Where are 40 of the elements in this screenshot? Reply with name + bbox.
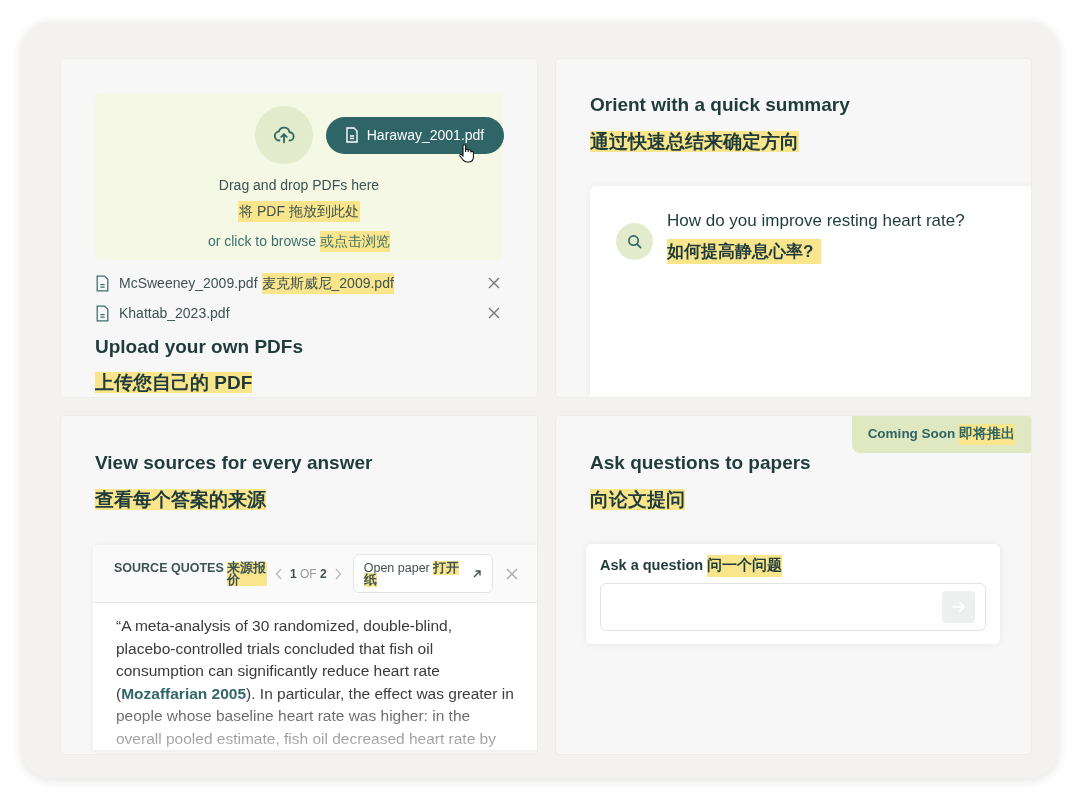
panel-title-translation: 向论文提问	[590, 488, 685, 510]
panel-title-translation: 查看每个答案的来源	[95, 488, 266, 510]
panel-title-translation: 上传您自己的 PDF	[95, 371, 253, 393]
file-name: Khattab_2023.pdf	[119, 303, 230, 323]
question-input[interactable]	[600, 582, 986, 631]
document-icon	[95, 304, 110, 322]
drop-instruction: Drag and drop PDFs here	[218, 176, 380, 195]
close-icon[interactable]	[505, 567, 518, 580]
question-text: How do you improve resting heart rate?	[667, 210, 965, 232]
quote-text: “A meta-analysis of 30 randomized, double-blind, placebo-controlled trials concluded that fish oil consumption can significantly reduce heart rate (Mozaffarian 2005). In particular, the effect was greater in people whose baseline heart rate was higher: in the overall pooled estimate, fish oil decreased heart rate by	[115, 616, 515, 749]
browse-link[interactable]: or click to browse	[207, 231, 317, 252]
coming-soon-badge: Coming Soon 即将推出	[852, 416, 1031, 453]
close-icon[interactable]	[488, 277, 500, 289]
file-chip[interactable]: Haraway_2001.pdf	[325, 116, 504, 154]
search-icon	[616, 223, 653, 260]
hand-cursor-icon	[458, 143, 476, 163]
panel-title: Ask questions to papers	[590, 451, 812, 475]
open-paper-button[interactable]: Open paper 打开纸	[352, 554, 493, 593]
source-quotes-label: SOURCE QUOTES	[114, 560, 224, 575]
file-name: McSweeney_2009.pdf	[119, 273, 258, 293]
field-label-translation: 问一个问题	[707, 555, 783, 577]
chevron-right-icon[interactable]	[333, 567, 342, 580]
drop-instruction-translation: 将 PDF 拖放到此处	[238, 201, 360, 222]
panel-title-translation: 通过快速总结来确定方向	[590, 130, 799, 152]
external-link-icon	[471, 568, 482, 579]
source-quotes-label-translation: 来源报价	[227, 561, 268, 586]
chevron-left-icon[interactable]	[275, 567, 283, 580]
close-icon[interactable]	[488, 307, 500, 319]
page-indicator: 1 OF 2	[290, 565, 327, 583]
panel-title: Upload your own PDFs	[95, 335, 304, 359]
field-label: Ask a question	[600, 556, 704, 575]
panel-title: Orient with a quick summary	[590, 93, 851, 117]
document-icon	[344, 127, 359, 143]
drop-zone[interactable]: Haraway_2001.pdf Drag and drop PDFs here 将 PDF 拖放到此处 or click to browse 或点击浏览	[95, 93, 503, 260]
browse-link-translation[interactable]: 或点击浏览	[320, 231, 391, 252]
file-name-translation: 麦克斯威尼_2009.pdf	[261, 272, 394, 294]
question-translation: 如何提高静息心率?	[667, 238, 822, 264]
document-icon	[95, 274, 110, 292]
panel-title: View sources for every answer	[95, 451, 374, 475]
citation-link[interactable]: Mozaffarian 2005	[121, 684, 247, 702]
